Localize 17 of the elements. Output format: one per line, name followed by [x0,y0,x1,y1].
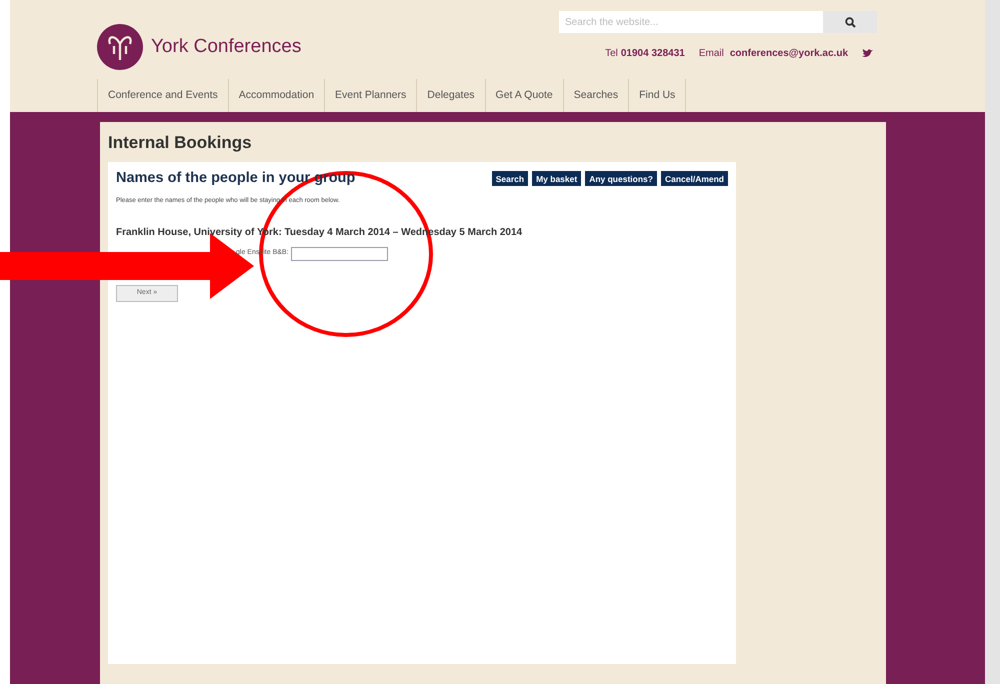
scrollbar[interactable] [985,0,1000,684]
search-field[interactable]: Search the website... [559,11,823,33]
name-field[interactable] [290,246,388,260]
action-button[interactable]: Search [492,171,528,186]
action-button[interactable]: Cancel/Amend [660,171,728,186]
search-icon [844,16,856,28]
action-button[interactable]: Any questions? [585,171,657,186]
email-label: Email [698,47,724,61]
action-button[interactable]: My basket [532,171,582,186]
search-button[interactable] [823,11,877,33]
email-link[interactable]: conferences@york.ac.uk [730,46,848,61]
phone-label: Tel [605,47,618,61]
logo-text: York Conferences [151,34,302,59]
logo-icon [97,24,143,70]
page-title: Internal Bookings [108,132,253,154]
phone-number: 01904 328431 [620,47,685,61]
bird-icon[interactable] [862,49,873,58]
